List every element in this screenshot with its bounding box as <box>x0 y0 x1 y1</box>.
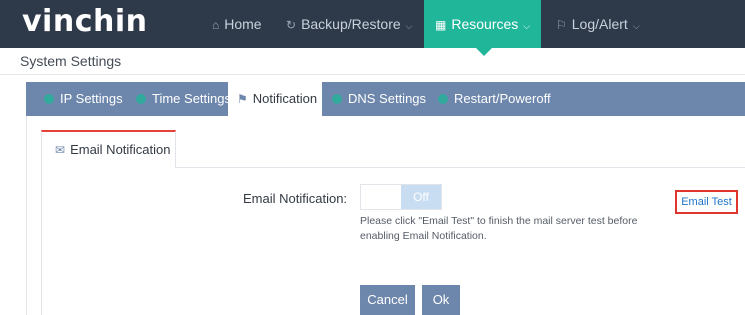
nav-home-label: Home <box>224 16 262 32</box>
bell-icon: ⚐ <box>556 18 567 32</box>
email-test-hint: Please click "Email Test" to finish the … <box>360 215 638 242</box>
notification-panel: ✉ Email Notification Email Notification: … <box>26 116 745 315</box>
ip-settings-icon <box>44 94 54 104</box>
tab-restart-poweroff[interactable]: Restart/Poweroff <box>438 82 551 116</box>
envelope-icon: ✉ <box>55 143 66 157</box>
page-title: System Settings <box>20 53 122 69</box>
nav-backup-restore[interactable]: ↻ Backup/Restore ⌵ <box>286 0 413 48</box>
nav-backup-restore-label: Backup/Restore <box>301 16 401 32</box>
nav-resources-label: Resources <box>451 16 519 32</box>
top-navigation-bar: vinchin ⌂ Home ↻ Backup/Restore ⌵ ▦ Resource… <box>0 0 745 48</box>
nav-log-alert[interactable]: ⚐ Log/Alert ⌵ <box>556 0 640 48</box>
nav-home[interactable]: ⌂ Home <box>212 0 262 48</box>
power-icon <box>438 94 448 104</box>
cancel-button[interactable]: Cancel <box>360 285 415 315</box>
resources-grid-icon: ▦ <box>435 18 447 32</box>
chevron-down-icon: ⌵ <box>405 21 413 31</box>
home-icon: ⌂ <box>212 18 220 32</box>
logo[interactable]: vinchin <box>22 4 147 39</box>
toggle-state: Off <box>401 185 441 209</box>
backup-restore-icon: ↻ <box>286 18 297 32</box>
title-divider <box>0 74 745 75</box>
tab-time-settings-label: Time Settings <box>152 91 231 106</box>
ok-button[interactable]: Ok <box>422 285 460 315</box>
tab-dns-settings[interactable]: DNS Settings <box>332 82 426 116</box>
chevron-down-icon: ⌵ <box>523 21 531 31</box>
email-notification-label: Email Notification: <box>243 191 348 206</box>
tab-notification[interactable]: ⚑ Notification <box>228 82 322 116</box>
clock-icon <box>136 94 146 104</box>
dns-icon <box>332 94 342 104</box>
email-notification-toggle[interactable]: Off <box>360 184 442 210</box>
settings-tab-bar: IP Settings Time Settings ⚑ Notification … <box>26 82 745 116</box>
tab-ip-settings[interactable]: IP Settings <box>44 82 123 116</box>
tab-dns-settings-label: DNS Settings <box>348 91 427 106</box>
nav-log-alert-label: Log/Alert <box>571 16 628 32</box>
chevron-down-icon: ⌵ <box>632 21 640 31</box>
tab-notification-label: Notification <box>252 91 318 106</box>
nav-resources[interactable]: ▦ Resources ⌵ <box>424 0 541 48</box>
tab-ip-settings-label: IP Settings <box>60 91 123 106</box>
tab-email-notification[interactable]: ✉ Email Notification <box>41 130 176 168</box>
megaphone-icon: ⚑ <box>237 92 248 106</box>
email-test-link[interactable]: Email Test <box>675 190 738 214</box>
tab-time-settings[interactable]: Time Settings <box>136 82 231 116</box>
tab-restart-poweroff-label: Restart/Poweroff <box>454 91 551 106</box>
tab-email-notification-label: Email Notification <box>70 142 171 157</box>
active-nav-pointer <box>476 48 492 56</box>
sub-tab-divider <box>176 167 745 168</box>
